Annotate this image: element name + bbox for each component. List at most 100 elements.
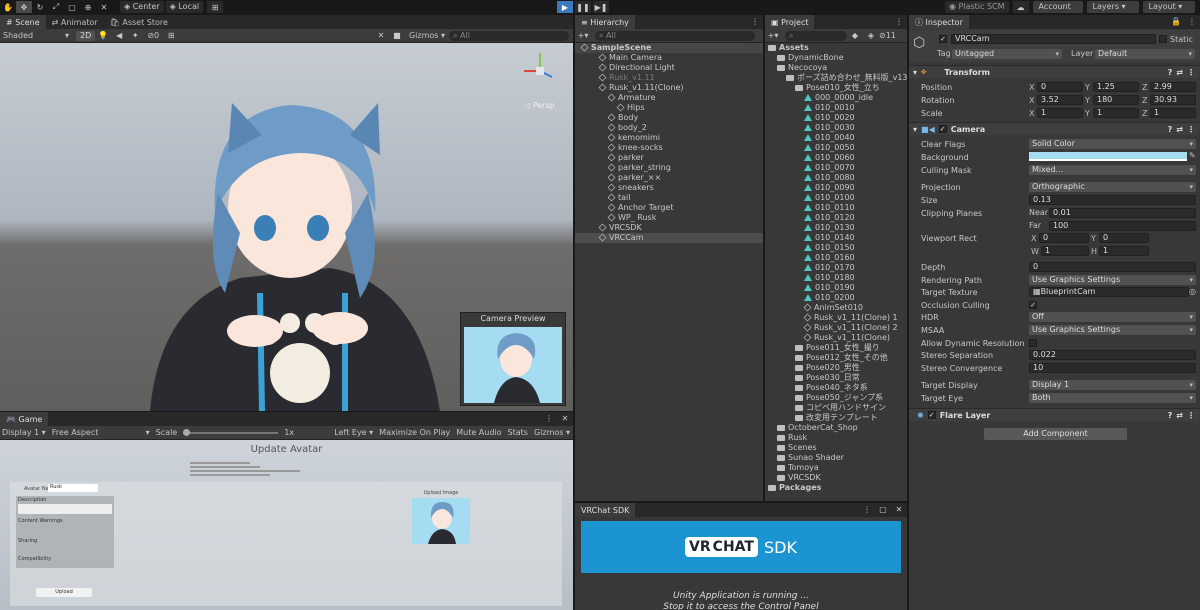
project-item[interactable]: 000_0000_idle: [765, 93, 907, 103]
hierarchy-item[interactable]: tail: [575, 193, 763, 203]
culling-mask-dropdown[interactable]: Mixed...: [1029, 165, 1196, 175]
project-item[interactable]: Pose030_日常: [765, 373, 907, 383]
stereo-separation-field[interactable]: 0.022: [1029, 350, 1196, 360]
object-name-field[interactable]: VRCCam: [951, 34, 1156, 44]
project-item[interactable]: 010_0100: [765, 193, 907, 203]
project-item[interactable]: 010_0010: [765, 103, 907, 113]
tools-icon[interactable]: ✕: [373, 30, 389, 42]
flare-enabled-checkbox[interactable]: ✓: [927, 411, 936, 419]
project-item[interactable]: Pose010_女性_立ち: [765, 83, 907, 93]
tab-project[interactable]: ▣ Project: [765, 15, 815, 29]
rotate-tool-icon[interactable]: ↻: [32, 1, 48, 13]
project-item[interactable]: コピペ用ハンドサイン: [765, 403, 907, 413]
play-button[interactable]: ▶: [557, 1, 573, 13]
pivot-center-button[interactable]: ◈ Center: [120, 1, 164, 13]
help-icon[interactable]: ?: [1168, 125, 1173, 134]
position-z-field[interactable]: 2.99: [1150, 82, 1196, 92]
hierarchy-item[interactable]: parker_string: [575, 163, 763, 173]
project-item[interactable]: VRCSDK: [765, 473, 907, 483]
grid-snap-icon[interactable]: ⊞: [207, 1, 224, 13]
viewport-y-field[interactable]: 0: [1099, 233, 1149, 243]
audio-toggle-icon[interactable]: ◀: [111, 30, 127, 42]
hdr-dropdown[interactable]: Off: [1029, 312, 1196, 322]
size-field[interactable]: 0.13: [1029, 195, 1196, 205]
cloud-icon[interactable]: ☁: [1012, 1, 1029, 13]
transform-tool-icon[interactable]: ⊕: [80, 1, 96, 13]
static-checkbox[interactable]: [1159, 35, 1167, 43]
hierarchy-item[interactable]: parker_××: [575, 173, 763, 183]
project-item[interactable]: Rusk_v1_11(Clone): [765, 333, 907, 343]
position-x-field[interactable]: 0: [1037, 82, 1083, 92]
rendering-path-dropdown[interactable]: Use Graphics Settings: [1029, 275, 1196, 285]
camera-icon[interactable]: ■: [389, 30, 405, 42]
transform-header[interactable]: ▾ ⟡ Transform ? ⇄ ⋮: [909, 65, 1199, 78]
component-menu-icon[interactable]: ⋮: [1187, 125, 1195, 134]
description-input[interactable]: [18, 504, 112, 514]
hierarchy-item[interactable]: kemomimi: [575, 133, 763, 143]
help-icon[interactable]: ?: [1168, 411, 1173, 420]
persp-label[interactable]: ◁ Persp: [524, 101, 555, 110]
project-item[interactable]: Pose012_女性_その他: [765, 353, 907, 363]
hierarchy-item[interactable]: VRCSDK: [575, 223, 763, 233]
project-item[interactable]: 010_0170: [765, 263, 907, 273]
tab-scene[interactable]: # Scene: [0, 15, 46, 29]
project-item[interactable]: Packages: [765, 483, 907, 493]
layer-dropdown[interactable]: Default: [1095, 49, 1195, 59]
layout-dropdown[interactable]: Layout ▾: [1142, 1, 1195, 13]
far-field[interactable]: 100: [1049, 221, 1196, 231]
gizmos-dropdown[interactable]: Gizmos ▾: [405, 31, 449, 40]
hidden-packages-count[interactable]: ⊘11: [879, 31, 896, 40]
game-gizmos-dropdown[interactable]: Gizmos ▾: [534, 428, 570, 437]
close-panel-icon[interactable]: ✕: [557, 412, 573, 424]
scale-x-field[interactable]: 1: [1037, 108, 1083, 118]
more-options-icon[interactable]: ⋮: [747, 15, 763, 27]
lighting-toggle-icon[interactable]: 💡: [95, 30, 111, 42]
eyedropper-icon[interactable]: ✎: [1189, 151, 1196, 160]
active-checkbox[interactable]: ✓: [939, 35, 947, 43]
hierarchy-item[interactable]: sneakers: [575, 183, 763, 193]
hierarchy-item[interactable]: Hips: [575, 103, 763, 113]
project-item[interactable]: Rusk_v1_11(Clone) 2: [765, 323, 907, 333]
display-dropdown[interactable]: Display 1 ▾: [2, 428, 46, 437]
rotation-y-field[interactable]: 180: [1093, 95, 1139, 105]
tab-inspector[interactable]: ⓘ Inspector: [909, 15, 969, 29]
near-field[interactable]: 0.01: [1049, 208, 1196, 218]
hierarchy-item[interactable]: knee-socks: [575, 143, 763, 153]
plastic-scm-button[interactable]: ◉ Plastic SCM: [945, 1, 1009, 13]
more-options-icon[interactable]: ⋮: [1184, 15, 1200, 27]
projection-dropdown[interactable]: Orthographic: [1029, 182, 1196, 192]
project-item[interactable]: Rusk: [765, 433, 907, 443]
hierarchy-item[interactable]: Body: [575, 113, 763, 123]
rotation-x-field[interactable]: 3.52: [1037, 95, 1083, 105]
project-item[interactable]: 010_0180: [765, 273, 907, 283]
mute-audio-toggle[interactable]: Mute Audio: [456, 428, 501, 437]
clear-flags-dropdown[interactable]: Solid Color: [1029, 139, 1196, 149]
project-item[interactable]: Sunao Shader: [765, 453, 907, 463]
more-options-icon[interactable]: ⋮: [541, 412, 557, 424]
project-search-input[interactable]: ⌕: [785, 30, 847, 41]
component-menu-icon[interactable]: ⋮: [1187, 68, 1195, 77]
project-item[interactable]: 改変用テンプレート: [765, 413, 907, 423]
grid-toggle-icon[interactable]: ⊞: [163, 30, 179, 42]
tab-vrchat-sdk[interactable]: VRChat SDK: [575, 503, 636, 517]
hierarchy-item[interactable]: parker: [575, 153, 763, 163]
camera-enabled-checkbox[interactable]: ✓: [938, 125, 947, 133]
more-options-icon[interactable]: ⋮: [891, 15, 907, 27]
add-icon[interactable]: +▾: [765, 30, 781, 42]
eye-dropdown[interactable]: Left Eye ▾: [334, 428, 373, 437]
pause-button[interactable]: ❚❚: [575, 1, 591, 13]
object-picker-icon[interactable]: ◎: [1189, 287, 1196, 296]
project-item[interactable]: 010_0080: [765, 173, 907, 183]
project-item[interactable]: Pose011_女性_撮り: [765, 343, 907, 353]
game-viewport[interactable]: Update Avatar Avatar Name Rusk Descripti…: [0, 440, 573, 610]
step-button[interactable]: ▶❚: [593, 1, 609, 13]
position-y-field[interactable]: 1.25: [1093, 82, 1139, 92]
hierarchy-item[interactable]: Directional Light: [575, 63, 763, 73]
hierarchy-item[interactable]: Anchor Target: [575, 203, 763, 213]
target-eye-dropdown[interactable]: Both: [1029, 393, 1196, 403]
project-item[interactable]: 010_0050: [765, 143, 907, 153]
project-item[interactable]: 010_0030: [765, 123, 907, 133]
filter-type-icon[interactable]: ◆: [847, 30, 863, 42]
project-item[interactable]: 010_0140: [765, 233, 907, 243]
preset-icon[interactable]: ⇄: [1176, 125, 1183, 134]
